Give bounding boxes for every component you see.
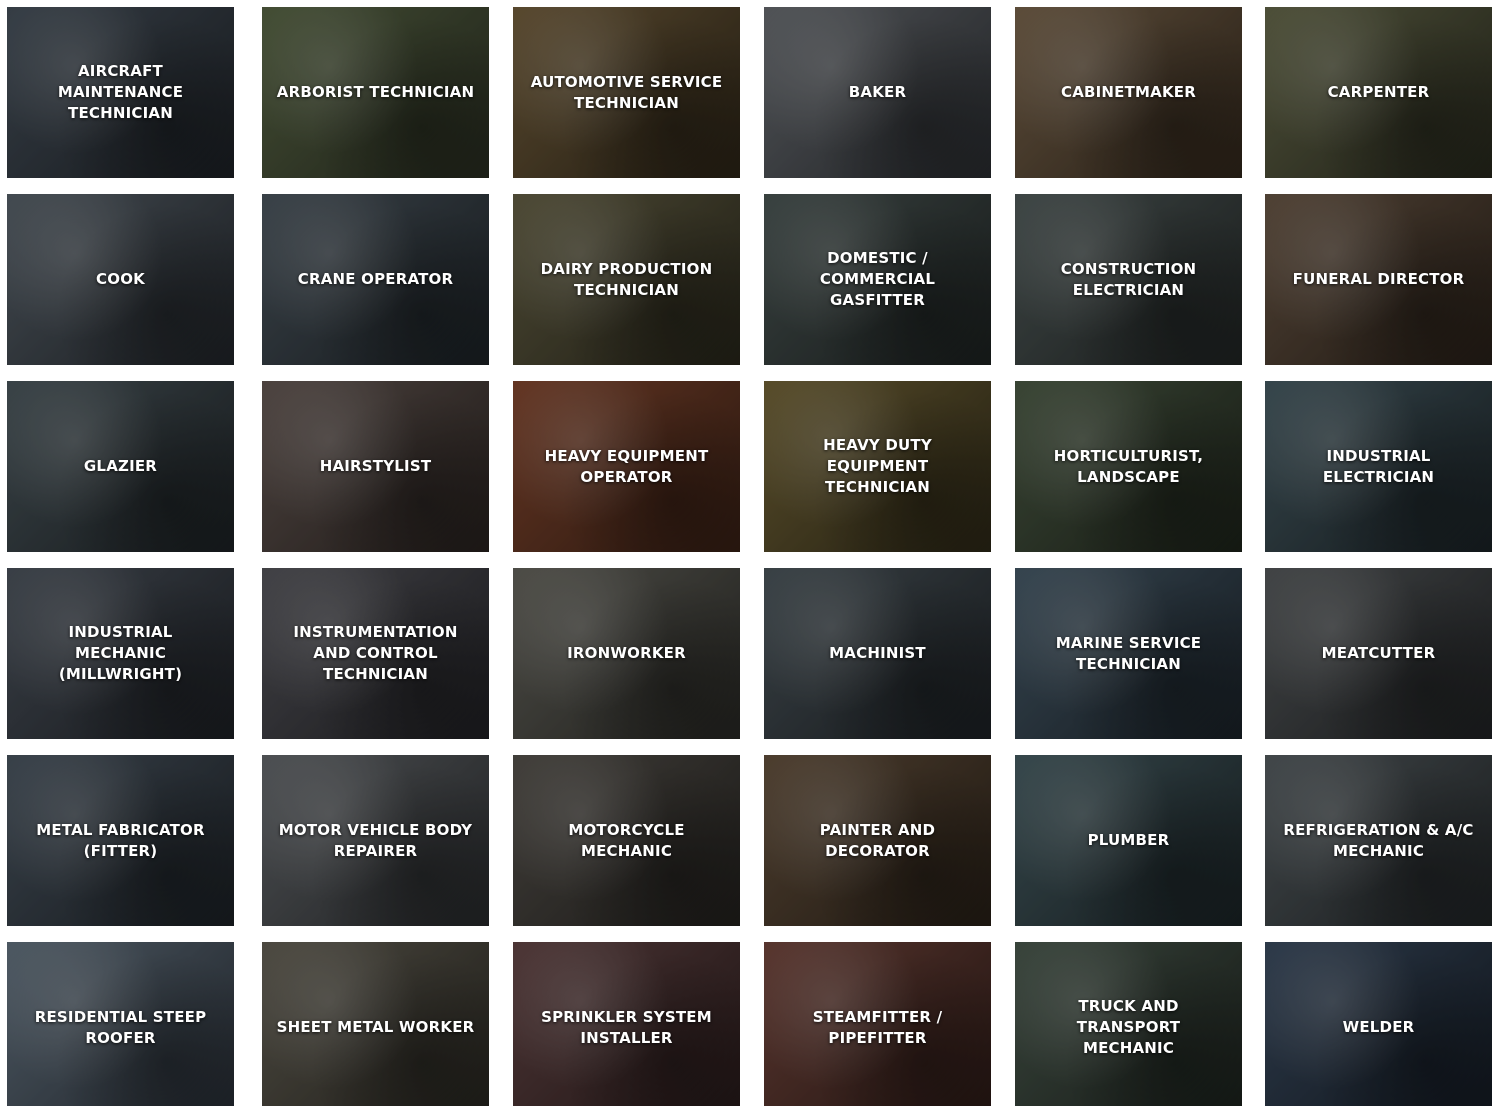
trade-tile-label: DOMESTIC / COMMERCIAL GASFITTER: [819, 249, 936, 309]
trade-tile-label: MOTOR VEHICLE BODY REPAIRER: [278, 820, 473, 860]
trade-tile-label: MOTORCYCLE MECHANIC: [568, 820, 685, 860]
trade-tile-motorcycle-mechanic[interactable]: MOTORCYCLE MECHANIC: [513, 755, 740, 926]
trade-tile-label: INDUSTRIAL MECHANIC (MILLWRIGHT): [58, 623, 183, 683]
trade-tile-hairstylist[interactable]: HAIRSTYLIST: [262, 381, 489, 552]
trade-tile-marine-service-technician[interactable]: MARINE SERVICE TECHNICIAN: [1015, 568, 1242, 739]
trade-tile-horticulturist-landscape[interactable]: HORTICULTURIST, LANDSCAPE: [1015, 381, 1242, 552]
trade-tile-label: AIRCRAFT MAINTENANCE TECHNICIAN: [57, 62, 184, 122]
trade-tile-label: CRANE OPERATOR: [297, 270, 454, 288]
trade-tile-label: SHEET METAL WORKER: [276, 1018, 475, 1036]
trade-tile-industrial-electrician[interactable]: INDUSTRIAL ELECTRICIAN: [1265, 381, 1492, 552]
trade-tile-label: INSTRUMENTATION AND CONTROL TECHNICIAN: [293, 623, 458, 683]
trade-tile-instrumentation-and-control-technician[interactable]: INSTRUMENTATION AND CONTROL TECHNICIAN: [262, 568, 489, 739]
trade-tile-baker[interactable]: BAKER: [764, 7, 991, 178]
trade-tile-funeral-director[interactable]: FUNERAL DIRECTOR: [1265, 194, 1492, 365]
trade-tile-meatcutter[interactable]: MEATCUTTER: [1265, 568, 1492, 739]
trade-tile-arborist-technician[interactable]: ARBORIST TECHNICIAN: [262, 7, 489, 178]
trade-tile-industrial-mechanic-millwright[interactable]: INDUSTRIAL MECHANIC (MILLWRIGHT): [7, 568, 234, 739]
trade-tile-label: FUNERAL DIRECTOR: [1292, 270, 1465, 288]
trade-tile-label: MEATCUTTER: [1321, 644, 1436, 662]
trade-tile-label: MARINE SERVICE TECHNICIAN: [1055, 633, 1202, 673]
trade-tile-label: INDUSTRIAL ELECTRICIAN: [1322, 446, 1435, 486]
trade-tile-crane-operator[interactable]: CRANE OPERATOR: [262, 194, 489, 365]
trade-tile-label: DAIRY PRODUCTION TECHNICIAN: [540, 259, 713, 299]
trade-tile-cabinetmaker[interactable]: CABINETMAKER: [1015, 7, 1242, 178]
trade-tile-label: TRUCK AND TRANSPORT MECHANIC: [1076, 997, 1181, 1057]
trade-tile-label: BAKER: [848, 83, 907, 101]
trade-tile-label: PLUMBER: [1087, 831, 1170, 849]
trade-tile-ironworker[interactable]: IRONWORKER: [513, 568, 740, 739]
trade-tile-label: CABINETMAKER: [1060, 83, 1197, 101]
trade-tile-machinist[interactable]: MACHINIST: [764, 568, 991, 739]
trade-tile-welder[interactable]: WELDER: [1265, 942, 1492, 1106]
trade-tile-motor-vehicle-body-repairer[interactable]: MOTOR VEHICLE BODY REPAIRER: [262, 755, 489, 926]
trade-tile-label: RESIDENTIAL STEEP ROOFER: [34, 1007, 207, 1047]
trade-tile-label: GLAZIER: [83, 457, 158, 475]
trade-tile-label: HORTICULTURIST, LANDSCAPE: [1053, 446, 1204, 486]
trade-tile-label: MACHINIST: [829, 644, 926, 662]
trade-tile-sprinkler-system-installer[interactable]: SPRINKLER SYSTEM INSTALLER: [513, 942, 740, 1106]
trade-tile-label: HEAVY EQUIPMENT OPERATOR: [544, 446, 709, 486]
trade-tile-refrigeration-a-c-mechanic[interactable]: REFRIGERATION & A/C MECHANIC: [1265, 755, 1492, 926]
trade-tile-label: IRONWORKER: [567, 644, 686, 662]
trade-tile-label: AUTOMOTIVE SERVICE TECHNICIAN: [530, 72, 723, 112]
trade-tile-label: COOK: [96, 270, 145, 288]
trade-tile-dairy-production-technician[interactable]: DAIRY PRODUCTION TECHNICIAN: [513, 194, 740, 365]
trade-tile-label: HAIRSTYLIST: [319, 457, 432, 475]
trade-tile-label: HEAVY DUTY EQUIPMENT TECHNICIAN: [823, 436, 932, 496]
trade-tile-plumber[interactable]: PLUMBER: [1015, 755, 1242, 926]
trade-tile-construction-electrician[interactable]: CONSTRUCTION ELECTRICIAN: [1015, 194, 1242, 365]
trade-tile-label: ARBORIST TECHNICIAN: [276, 83, 475, 101]
trade-tile-steamfitter-pipefitter[interactable]: STEAMFITTER / PIPEFITTER: [764, 942, 991, 1106]
trade-tile-painter-and-decorator[interactable]: PAINTER AND DECORATOR: [764, 755, 991, 926]
trade-tile-label: CONSTRUCTION ELECTRICIAN: [1060, 259, 1197, 299]
trade-tile-automotive-service-technician[interactable]: AUTOMOTIVE SERVICE TECHNICIAN: [513, 7, 740, 178]
trade-tile-label: REFRIGERATION & A/C MECHANIC: [1283, 820, 1474, 860]
trade-tile-label: SPRINKLER SYSTEM INSTALLER: [541, 1007, 712, 1047]
trade-tile-label: WELDER: [1342, 1018, 1415, 1036]
trade-tile-heavy-equipment-operator[interactable]: HEAVY EQUIPMENT OPERATOR: [513, 381, 740, 552]
trade-tile-label: PAINTER AND DECORATOR: [819, 820, 936, 860]
trade-tile-label: CARPENTER: [1327, 83, 1430, 101]
trade-tile-glazier[interactable]: GLAZIER: [7, 381, 234, 552]
trade-tile-label: STEAMFITTER / PIPEFITTER: [812, 1007, 943, 1047]
trade-tile-metal-fabricator-fitter[interactable]: METAL FABRICATOR (FITTER): [7, 755, 234, 926]
trade-tile-label: METAL FABRICATOR (FITTER): [36, 820, 205, 860]
trade-tile-aircraft-maintenance-technician[interactable]: AIRCRAFT MAINTENANCE TECHNICIAN: [7, 7, 234, 178]
trade-tile-domestic-commercial-gasfitter[interactable]: DOMESTIC / COMMERCIAL GASFITTER: [764, 194, 991, 365]
trade-tile-heavy-duty-equipment-technician[interactable]: HEAVY DUTY EQUIPMENT TECHNICIAN: [764, 381, 991, 552]
trade-tile-residential-steep-roofer[interactable]: RESIDENTIAL STEEP ROOFER: [7, 942, 234, 1106]
trade-tile-cook[interactable]: COOK: [7, 194, 234, 365]
trade-tile-truck-and-transport-mechanic[interactable]: TRUCK AND TRANSPORT MECHANIC: [1015, 942, 1242, 1106]
trade-tile-carpenter[interactable]: CARPENTER: [1265, 7, 1492, 178]
trades-grid: AIRCRAFT MAINTENANCE TECHNICIAN ARBORIST …: [0, 0, 1499, 1106]
trade-tile-sheet-metal-worker[interactable]: SHEET METAL WORKER: [262, 942, 489, 1106]
